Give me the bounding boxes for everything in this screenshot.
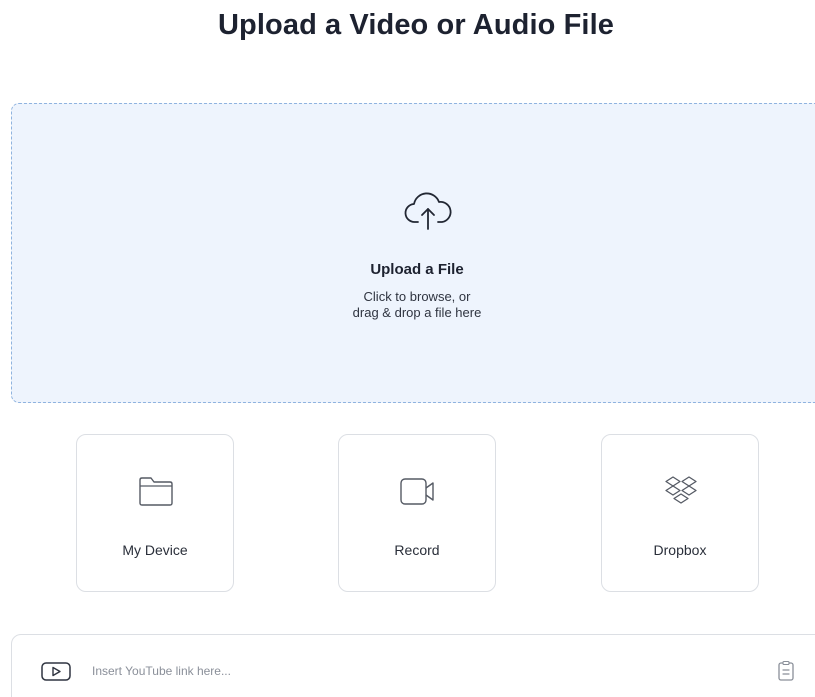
upload-page: Upload a Video or Audio File Upload a Fi…	[0, 0, 815, 697]
youtube-link-bar	[11, 634, 815, 697]
video-camera-icon	[400, 478, 434, 505]
my-device-label: My Device	[122, 542, 188, 558]
folder-icon	[139, 477, 173, 506]
dropbox-icon	[665, 476, 697, 504]
play-icon	[41, 662, 71, 681]
dropbox-label: Dropbox	[653, 542, 707, 558]
upload-instructions: Click to browse, or drag & drop a file h…	[267, 289, 567, 321]
paste-icon[interactable]	[776, 660, 796, 682]
file-dropzone[interactable]: Upload a File Click to browse, or drag &…	[11, 103, 815, 403]
my-device-button[interactable]: My Device	[76, 434, 234, 592]
page-title: Upload a Video or Audio File	[218, 9, 614, 41]
dropbox-button[interactable]: Dropbox	[601, 434, 759, 592]
record-button[interactable]: Record	[338, 434, 496, 592]
record-label: Record	[394, 542, 440, 558]
cloud-upload-icon	[404, 192, 452, 230]
upload-title: Upload a File	[370, 261, 464, 278]
upload-instructions-line1: Click to browse, or	[363, 289, 471, 304]
upload-instructions-line2: drag & drop a file here	[352, 305, 482, 320]
dropzone-content: Upload a File Click to browse, or drag &…	[12, 104, 815, 404]
youtube-link-input[interactable]	[92, 659, 692, 683]
